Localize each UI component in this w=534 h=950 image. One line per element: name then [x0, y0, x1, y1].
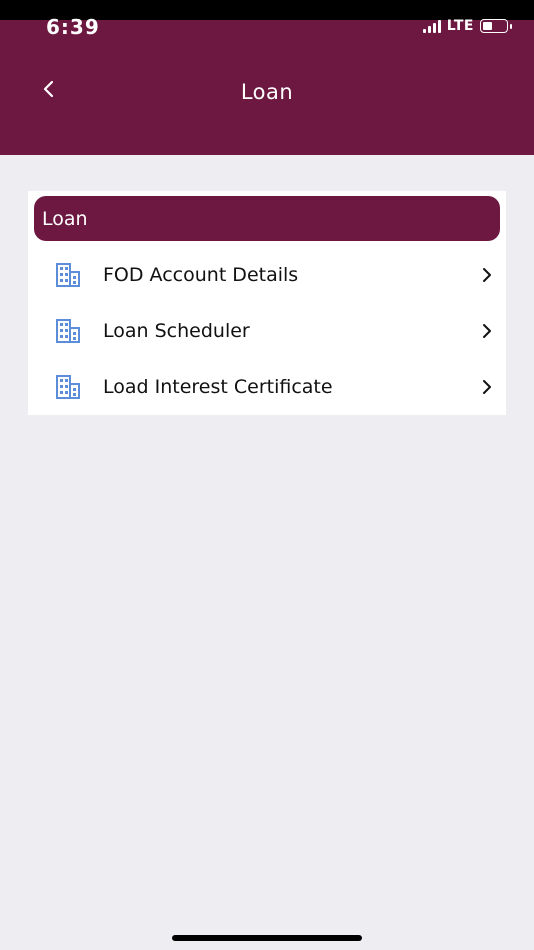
status-time: 6:39: [46, 15, 100, 39]
signal-icon: [422, 19, 441, 33]
chevron-right-icon: [483, 324, 491, 338]
network-label: LTE: [446, 18, 474, 34]
page-title: Loan: [240, 80, 294, 104]
menu-item-loan-scheduler[interactable]: Loan Scheduler: [28, 303, 506, 359]
menu-item-label: FOD Account Details: [103, 264, 299, 286]
building-icon: [56, 375, 80, 399]
menu-item-fod-account-details[interactable]: FOD Account Details: [28, 247, 506, 303]
section-header: Loan: [34, 196, 500, 241]
status-indicators: LTE: [422, 18, 512, 34]
building-icon: [56, 263, 80, 287]
menu-item-label: Load Interest Certificate: [103, 376, 333, 398]
chevron-right-icon: [483, 380, 491, 394]
loan-menu-card: Loan FOD Account Details Loan Scheduler: [28, 191, 506, 415]
home-indicator[interactable]: [172, 935, 362, 941]
chevron-right-icon: [483, 268, 491, 282]
section-title: Loan: [42, 208, 88, 230]
building-icon: [56, 319, 80, 343]
menu-item-label: Loan Scheduler: [103, 320, 250, 342]
menu-item-load-interest-certificate[interactable]: Load Interest Certificate: [28, 359, 506, 415]
battery-icon: [480, 19, 512, 33]
